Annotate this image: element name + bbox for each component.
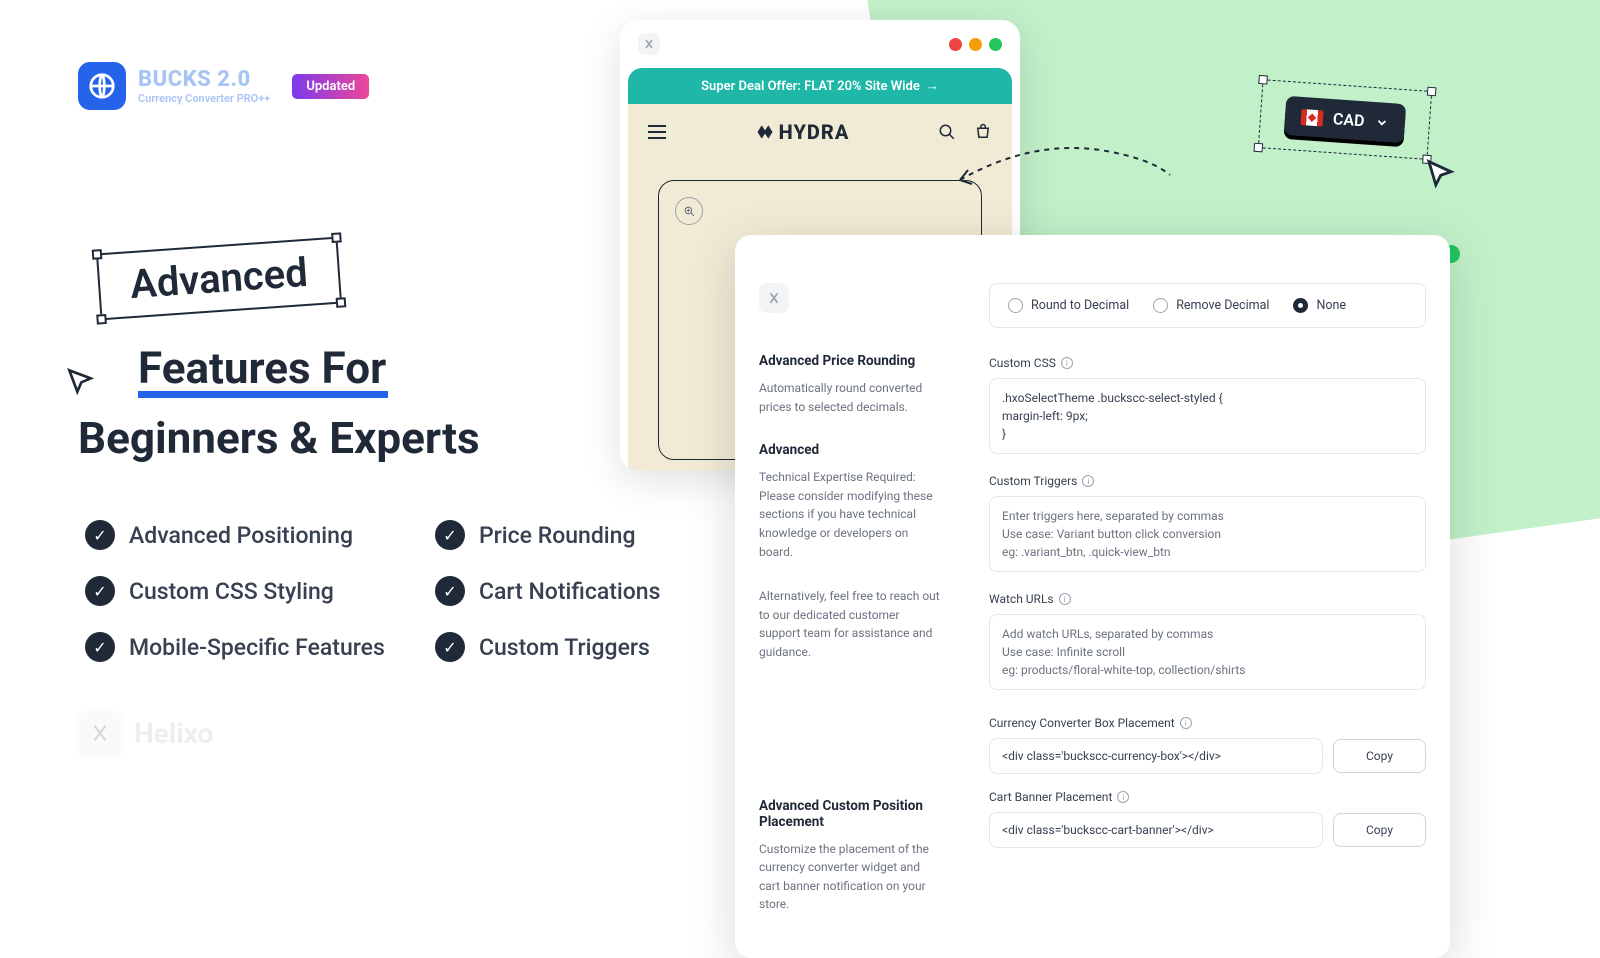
hamburger-menu-icon[interactable] — [648, 125, 666, 139]
brand-subtitle: Currency Converter PRO++ — [138, 92, 270, 105]
advanced-desc-1: Technical Expertise Required: Please con… — [759, 468, 941, 561]
custom-triggers-label: Custom Triggersi — [989, 474, 1426, 488]
hero-text: Advanced Features For Beginners & Expert… — [78, 245, 480, 464]
advanced-selection-box: Advanced — [96, 237, 342, 321]
arrow-right-icon: → — [926, 78, 939, 94]
helixo-brand: Helixo — [78, 711, 213, 755]
feature-list: ✓Advanced Positioning ✓Price Rounding ✓C… — [85, 520, 725, 662]
advanced-desc-2: Alternatively, feel free to reach out to… — [759, 587, 941, 661]
cad-selector-widget: CAD — [1258, 79, 1432, 160]
advanced-heading: Advanced — [759, 442, 941, 458]
radio-none[interactable]: None — [1285, 298, 1354, 313]
feature-item: ✓Custom CSS Styling — [85, 576, 435, 606]
cursor-icon — [1421, 156, 1457, 192]
check-icon: ✓ — [85, 576, 115, 606]
brand-logo-area: BUCKS 2.0 Currency Converter PRO++ Updat… — [78, 62, 369, 110]
feature-item: ✓Custom Triggers — [435, 632, 725, 662]
feature-item: ✓Price Rounding — [435, 520, 725, 550]
rounding-heading: Advanced Price Rounding — [759, 353, 941, 369]
info-icon[interactable]: i — [1117, 791, 1129, 803]
banner-placement-code[interactable]: <div class='buckscc-cart-banner'></div> — [989, 812, 1323, 848]
copy-button[interactable]: Copy — [1333, 813, 1426, 847]
currency-selector-button[interactable]: CAD — [1284, 96, 1406, 143]
watch-urls-input[interactable]: Add watch URLs, separated by commas Use … — [989, 614, 1426, 690]
canada-flag-icon — [1301, 108, 1324, 125]
promo-banner[interactable]: Super Deal Offer: FLAT 20% Site Wide → — [628, 68, 1012, 104]
radio-remove-decimal[interactable]: Remove Decimal — [1145, 298, 1277, 313]
hydra-app-icon — [638, 33, 660, 55]
custom-triggers-input[interactable]: Enter triggers here, separated by commas… — [989, 496, 1426, 572]
info-icon[interactable]: i — [1082, 475, 1094, 487]
hero-underline — [138, 391, 388, 398]
copy-button[interactable]: Copy — [1333, 739, 1426, 773]
cursor-icon — [64, 365, 96, 397]
check-icon: ✓ — [85, 520, 115, 550]
check-icon: ✓ — [435, 576, 465, 606]
updated-badge: Updated — [292, 74, 369, 99]
rounding-radio-group: Round to Decimal Remove Decimal None — [989, 283, 1426, 328]
check-icon: ✓ — [435, 520, 465, 550]
hydra-brand-label: HYDRA — [755, 120, 850, 144]
check-icon: ✓ — [85, 632, 115, 662]
zoom-icon[interactable] — [675, 197, 703, 225]
settings-panel: Advanced Price Rounding Automatically ro… — [735, 235, 1450, 958]
feature-item: ✓Cart Notifications — [435, 576, 725, 606]
box-placement-label: Currency Converter Box Placement i — [989, 716, 1426, 730]
banner-placement-label: Cart Banner Placement i — [989, 790, 1426, 804]
helixo-label: Helixo — [134, 717, 213, 750]
hero-line-2: Features For — [138, 342, 480, 394]
placement-desc: Customize the placement of the currency … — [759, 840, 941, 914]
hero-word-advanced: Advanced — [129, 249, 310, 308]
box-placement-code[interactable]: <div class='buckscc-currency-box'></div> — [989, 738, 1323, 774]
feature-item: ✓Advanced Positioning — [85, 520, 435, 550]
chevron-down-icon — [1374, 115, 1389, 130]
watch-urls-label: Watch URLsi — [989, 592, 1426, 606]
rounding-desc: Automatically round converted prices to … — [759, 379, 941, 416]
custom-css-label: Custom CSSi — [989, 356, 1426, 370]
placement-heading: Advanced Custom Position Placement — [759, 798, 941, 830]
feature-item: ✓Mobile-Specific Features — [85, 632, 435, 662]
brand-title: BUCKS 2.0 — [138, 67, 270, 92]
info-icon[interactable]: i — [1059, 593, 1071, 605]
bucks-logo-icon — [78, 62, 126, 110]
hero-line-3: Beginners & Experts — [78, 412, 480, 464]
custom-css-input[interactable]: .hxoSelectTheme .buckscc-select-styled {… — [989, 378, 1426, 454]
info-icon[interactable]: i — [1061, 357, 1073, 369]
check-icon: ✓ — [435, 632, 465, 662]
panel-app-icon — [759, 283, 789, 313]
helixo-logo-icon — [78, 711, 122, 755]
radio-round-to-decimal[interactable]: Round to Decimal — [1000, 298, 1137, 313]
dashed-arrow — [950, 130, 1180, 230]
traffic-lights[interactable] — [949, 38, 1002, 51]
info-icon[interactable]: i — [1180, 717, 1192, 729]
